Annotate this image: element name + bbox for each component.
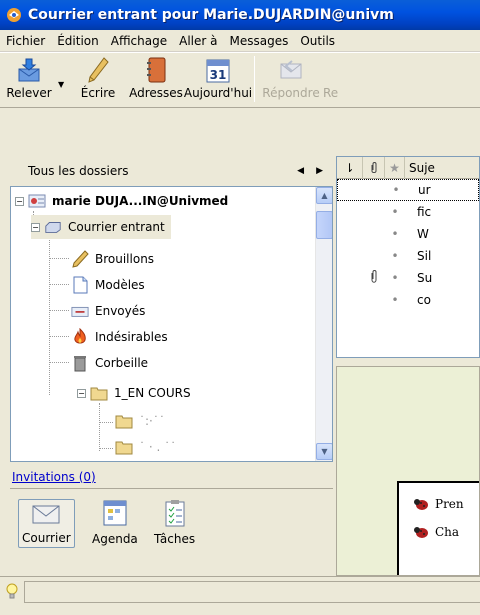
pencil-icon (85, 56, 111, 84)
star-column-icon[interactable]: ★ (385, 157, 405, 179)
thread-column-icon[interactable]: ⇂ (337, 157, 363, 179)
menu-edition[interactable]: Édition (51, 34, 105, 48)
inbox-icon (44, 218, 62, 236)
calendar-icon: 31 (205, 56, 231, 84)
ladybug-icon (413, 497, 429, 511)
lightbulb-icon (6, 583, 18, 604)
folder-view-label[interactable]: Tous les dossiers (28, 164, 128, 178)
ladybug-icon (413, 525, 429, 539)
toolbar-separator (254, 56, 255, 102)
write-button[interactable]: Écrire (70, 56, 126, 106)
sent-icon (71, 302, 89, 320)
menu-aller-a[interactable]: Aller à (173, 34, 223, 48)
preview-content-box: Pren Cha (397, 481, 479, 575)
address-book-button[interactable]: Adresses (126, 56, 186, 106)
calendar-day: 31 (210, 68, 227, 82)
tree-subfolder-1[interactable]: ˙:·˙˙ (115, 409, 165, 433)
read-dot-icon[interactable]: • (385, 249, 405, 263)
menu-fichier[interactable]: Fichier (0, 34, 51, 48)
subject-column-header[interactable]: Suje (405, 161, 435, 175)
agenda-icon (102, 499, 128, 530)
account-icon (28, 192, 46, 210)
nav-panel: Courrier Agenda Tâches (10, 488, 333, 572)
read-dot-icon[interactable]: • (386, 183, 406, 197)
message-list-header: ⇂ ★ Suje (337, 157, 479, 179)
folder-icon (115, 412, 133, 430)
drafts-icon (71, 250, 89, 268)
reply-icon (278, 56, 304, 84)
folder-icon (115, 438, 133, 456)
tree-subfolder-2[interactable]: ˙ · . ˙˙ (115, 435, 176, 459)
menu-outils[interactable]: Outils (294, 34, 341, 48)
nav-mail-button[interactable]: Courrier (18, 499, 75, 548)
window-title: Courrier entrant pour Marie.DUJARDIN@uni… (28, 7, 394, 23)
attachment-icon (363, 269, 385, 287)
read-dot-icon[interactable]: • (385, 271, 405, 285)
folder-pane-header: Tous les dossiers ◀ ▶ (10, 156, 333, 186)
reply-all-icon (323, 56, 343, 84)
message-list: ⇂ ★ Suje • ur • fic • W • Sil • Su • co (336, 156, 480, 358)
menu-bar: Fichier Édition Affichage Aller à Messag… (0, 30, 480, 52)
reply-button[interactable]: Répondre (259, 56, 323, 106)
collapse-icon[interactable]: − (15, 196, 24, 206)
nav-tasks-button[interactable]: Tâches (154, 499, 195, 546)
toolbar: Relever ▼ Écrire Adresses 31 Aujourd'hui… (0, 52, 480, 108)
folder-view-next-icon[interactable]: ▶ (316, 166, 323, 176)
collapse-icon[interactable]: − (77, 388, 86, 398)
trash-icon (71, 354, 89, 372)
tree-account[interactable]: − marie DUJA...IN@Univmed (15, 189, 228, 213)
menu-messages[interactable]: Messages (224, 34, 295, 48)
today-button[interactable]: 31 Aujourd'hui (184, 56, 252, 106)
folder-tree-scrollbar[interactable]: ▲ ▼ (315, 187, 332, 461)
address-book-icon (143, 56, 169, 84)
folder-icon (90, 384, 108, 402)
tree-drafts[interactable]: Brouillons (71, 247, 154, 271)
message-row[interactable]: • fic (337, 201, 479, 223)
reply-all-button[interactable]: Re (323, 56, 343, 106)
message-row[interactable]: • W (337, 223, 479, 245)
read-dot-icon[interactable]: • (385, 227, 405, 241)
folder-view-prev-icon[interactable]: ◀ (297, 166, 304, 176)
junk-flame-icon (71, 328, 89, 346)
menu-affichage[interactable]: Affichage (105, 34, 173, 48)
preview-line: Cha (413, 525, 459, 539)
scroll-down-icon[interactable]: ▼ (316, 443, 332, 460)
get-mail-dropdown-icon[interactable]: ▼ (58, 80, 70, 89)
tree-inbox[interactable]: − Courrier entrant (31, 215, 171, 239)
message-row[interactable]: • Su (337, 267, 479, 289)
collapse-icon[interactable]: − (31, 222, 40, 232)
read-dot-icon[interactable]: • (385, 205, 405, 219)
templates-icon (71, 276, 89, 294)
attachment-column-icon[interactable] (363, 157, 385, 179)
scroll-up-icon[interactable]: ▲ (316, 187, 332, 204)
tree-templates[interactable]: Modèles (71, 273, 145, 297)
title-bar: Courrier entrant pour Marie.DUJARDIN@uni… (0, 0, 480, 30)
tree-trash[interactable]: Corbeille (71, 351, 148, 375)
thunderbird-icon (6, 7, 22, 23)
scrollbar-thumb[interactable] (316, 211, 332, 239)
nav-calendar-button[interactable]: Agenda (92, 499, 138, 546)
preview-line: Pren (413, 497, 464, 511)
status-text-area (24, 581, 480, 603)
message-row[interactable]: • co (337, 289, 479, 311)
tree-sent[interactable]: Envoyés (71, 299, 145, 323)
get-mail-button[interactable]: Relever (0, 56, 58, 106)
status-bar (0, 576, 480, 615)
get-mail-icon (16, 56, 42, 84)
mail-envelope-icon (31, 502, 61, 529)
tree-en-cours[interactable]: − 1_EN COURS (77, 381, 191, 405)
message-row[interactable]: • Sil (337, 245, 479, 267)
tasks-clipboard-icon (164, 499, 186, 530)
folder-tree: − marie DUJA...IN@Univmed − Courrier ent… (10, 186, 333, 462)
message-row[interactable]: • ur (337, 179, 479, 201)
invitations-link[interactable]: Invitations (0) (12, 470, 96, 484)
tree-junk[interactable]: Indésirables (71, 325, 168, 349)
message-preview: Pren Cha (336, 366, 480, 576)
read-dot-icon[interactable]: • (385, 293, 405, 307)
